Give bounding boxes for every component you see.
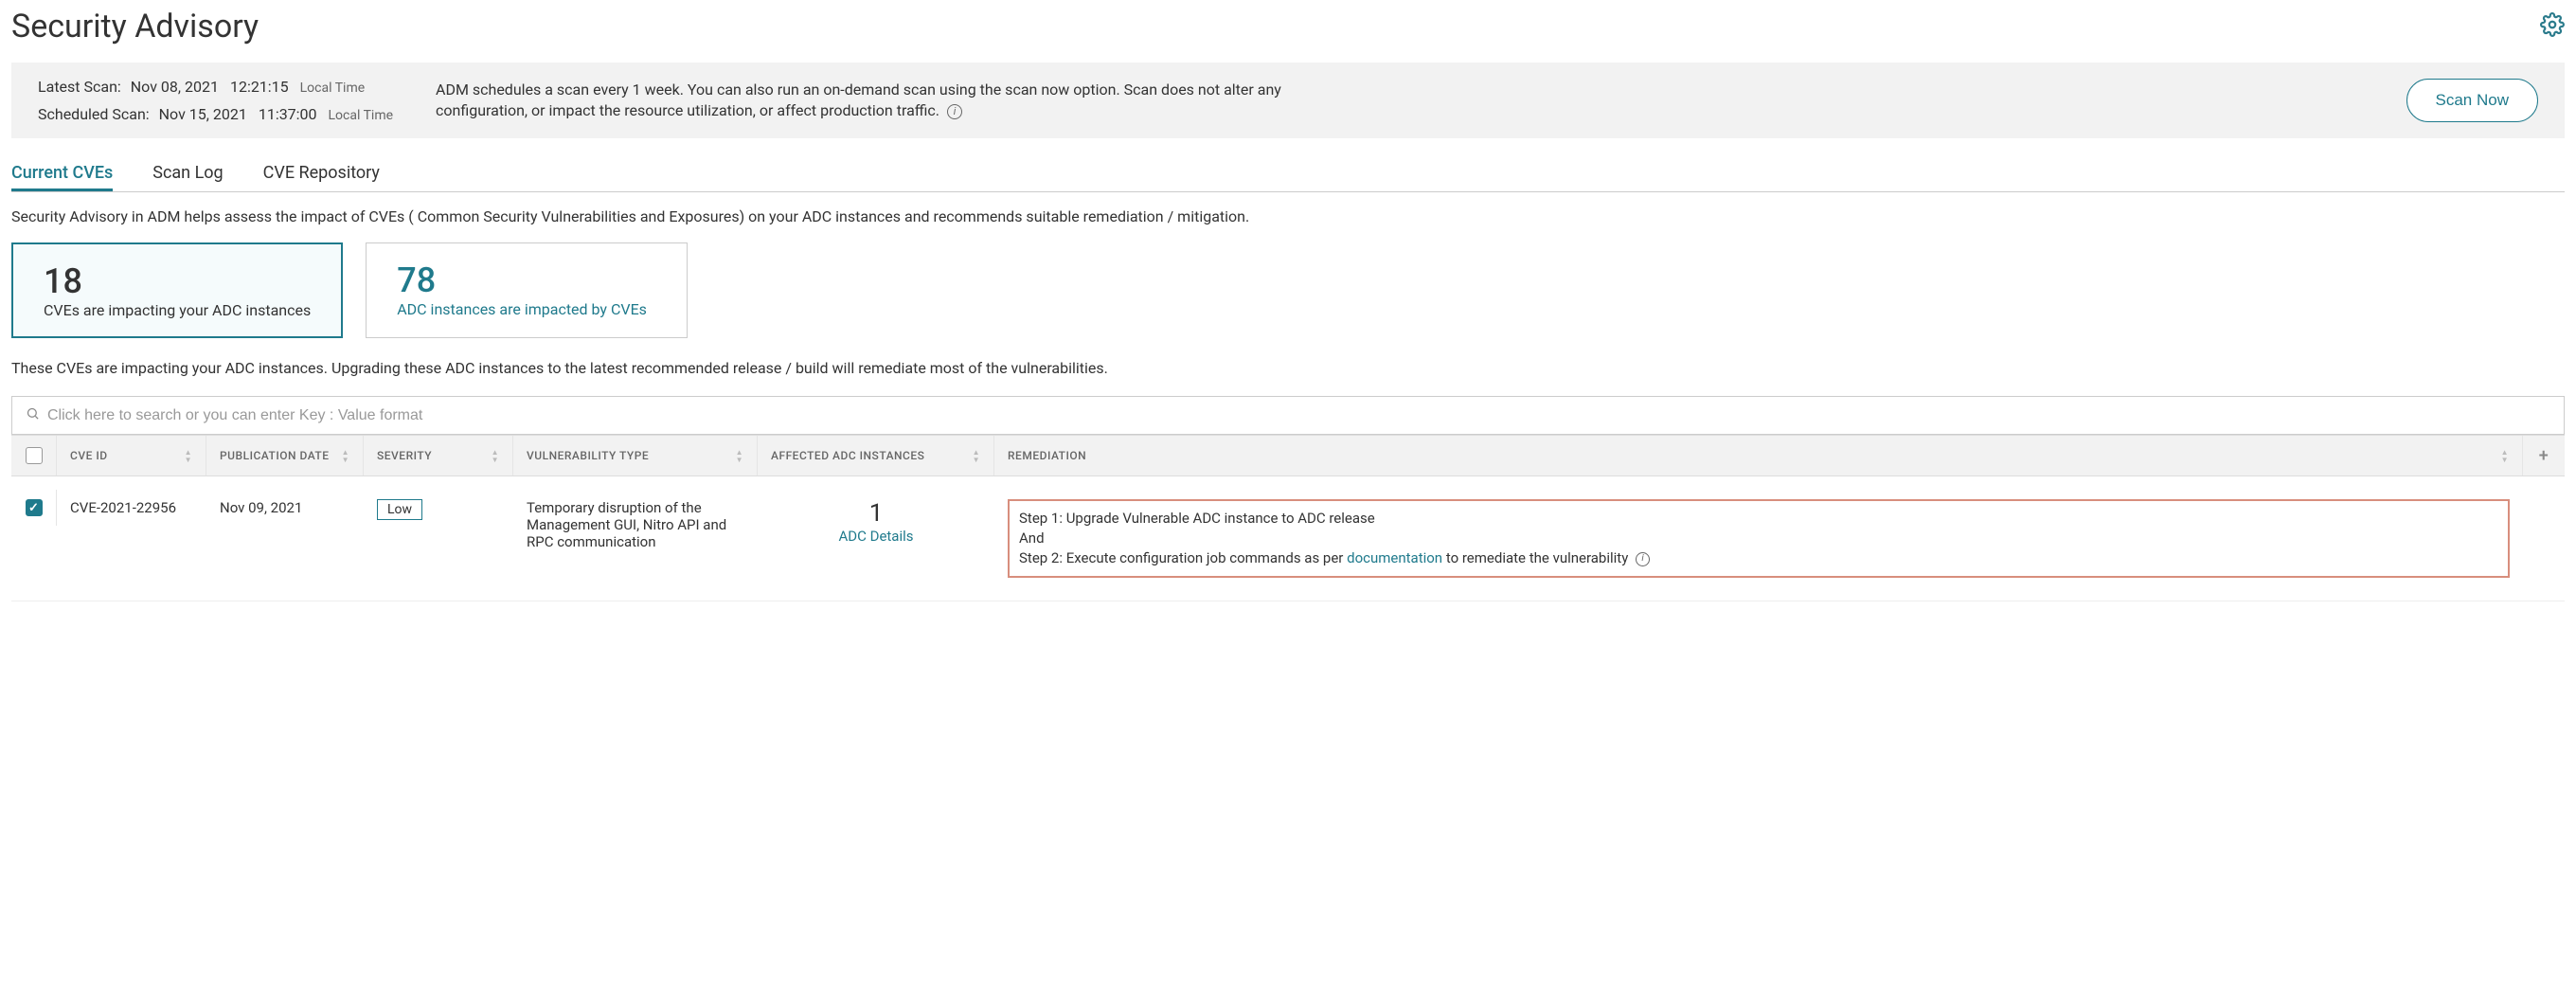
tabs: Current CVEs Scan Log CVE Repository: [11, 157, 2565, 192]
latest-scan-tz: Local Time: [300, 81, 366, 96]
card-instances-impacted-label: ADC instances are impacted by CVEs: [397, 300, 656, 318]
remediation-step2-pre: Step 2: Execute configuration job comman…: [1019, 549, 1347, 566]
plus-icon[interactable]: +: [2539, 446, 2549, 466]
th-cve-id[interactable]: CVE ID ▲▼: [57, 436, 206, 476]
card-instances-impacted[interactable]: 78 ADC instances are impacted by CVEs: [366, 242, 688, 338]
remediation-step2-post: to remediate the vulnerability: [1442, 549, 1628, 566]
scheduled-scan-label: Scheduled Scan:: [38, 105, 150, 123]
row-checkbox[interactable]: [26, 499, 43, 516]
th-publication-date-label: PUBLICATION DATE: [220, 449, 330, 462]
page-title: Security Advisory: [11, 8, 259, 45]
sort-icon: ▲▼: [973, 449, 980, 463]
remediation-and: And: [1019, 529, 1045, 547]
th-add-column[interactable]: +: [2523, 436, 2565, 476]
adc-details-link[interactable]: ADC Details: [838, 528, 913, 545]
card-cves-impacting-label: CVEs are impacting your ADC instances: [44, 301, 311, 319]
table-intro-text: These CVEs are impacting your ADC instan…: [11, 359, 2565, 377]
documentation-link[interactable]: documentation: [1347, 549, 1442, 566]
gear-icon[interactable]: [2540, 12, 2565, 41]
scheduled-scan-tz: Local Time: [329, 108, 394, 123]
th-remediation-label: REMEDIATION: [1008, 449, 1086, 462]
info-bar: Latest Scan: Nov 08, 2021 12:21:15 Local…: [11, 63, 2565, 138]
th-affected-instances[interactable]: AFFECTED ADC INSTANCES ▲▼: [758, 436, 994, 476]
search-box[interactable]: [11, 396, 2565, 435]
tab-cve-repository[interactable]: CVE Repository: [263, 157, 380, 191]
th-severity-label: SEVERITY: [377, 449, 432, 462]
remediation-step1: Step 1: Upgrade Vulnerable ADC instance …: [1019, 510, 1375, 527]
scheduled-scan-date: Nov 15, 2021: [159, 105, 247, 123]
scan-description-text: ADM schedules a scan every 1 week. You c…: [436, 81, 1281, 119]
table-row: CVE-2021-22956 Nov 09, 2021 Low Temporar…: [11, 476, 2565, 601]
th-severity[interactable]: SEVERITY ▲▼: [364, 436, 513, 476]
sort-icon: ▲▼: [492, 449, 499, 463]
tab-scan-log[interactable]: Scan Log: [152, 157, 223, 191]
card-instances-impacted-count: 78: [397, 260, 656, 300]
tab-current-cves[interactable]: Current CVEs: [11, 157, 113, 191]
sort-icon: ▲▼: [736, 449, 743, 463]
info-icon[interactable]: i: [947, 104, 962, 119]
cell-vulnerability-type: Temporary disruption of the Management G…: [513, 490, 758, 560]
latest-scan-date: Nov 08, 2021: [131, 78, 219, 96]
th-publication-date[interactable]: PUBLICATION DATE ▲▼: [206, 436, 364, 476]
affected-count: 1: [771, 499, 981, 528]
scan-now-button[interactable]: Scan Now: [2406, 79, 2538, 122]
card-cves-impacting[interactable]: 18 CVEs are impacting your ADC instances: [11, 242, 343, 338]
th-select-all[interactable]: [11, 436, 57, 476]
info-icon[interactable]: i: [1636, 552, 1650, 566]
sort-icon: ▲▼: [342, 449, 349, 463]
scheduled-scan-line: Scheduled Scan: Nov 15, 2021 11:37:00 Lo…: [38, 105, 398, 123]
remediation-cell: Step 1: Upgrade Vulnerable ADC instance …: [1008, 499, 2510, 578]
severity-badge: Low: [377, 499, 422, 520]
sort-icon: ▲▼: [2501, 449, 2509, 463]
th-cve-id-label: CVE ID: [70, 449, 108, 462]
select-all-checkbox[interactable]: [26, 447, 43, 464]
cell-cve-id: CVE-2021-22956: [57, 490, 206, 526]
th-vulnerability-type[interactable]: VULNERABILITY TYPE ▲▼: [513, 436, 758, 476]
scheduled-scan-time: 11:37:00: [259, 105, 317, 123]
sort-icon: ▲▼: [185, 449, 192, 463]
card-cves-impacting-count: 18: [44, 261, 311, 301]
table-header: CVE ID ▲▼ PUBLICATION DATE ▲▼ SEVERITY ▲…: [11, 435, 2565, 476]
th-affected-instances-label: AFFECTED ADC INSTANCES: [771, 449, 924, 462]
th-vulnerability-type-label: VULNERABILITY TYPE: [527, 449, 649, 462]
advisory-description: Security Advisory in ADM helps assess th…: [11, 207, 2565, 225]
latest-scan-time: 12:21:15: [230, 78, 289, 96]
cell-publication-date: Nov 09, 2021: [206, 490, 364, 526]
scan-description: ADM schedules a scan every 1 week. You c…: [436, 80, 1288, 122]
latest-scan-line: Latest Scan: Nov 08, 2021 12:21:15 Local…: [38, 78, 398, 96]
latest-scan-label: Latest Scan:: [38, 78, 121, 96]
search-input[interactable]: [47, 407, 2550, 424]
th-remediation[interactable]: REMEDIATION ▲▼: [994, 436, 2523, 476]
search-icon: [26, 406, 40, 424]
